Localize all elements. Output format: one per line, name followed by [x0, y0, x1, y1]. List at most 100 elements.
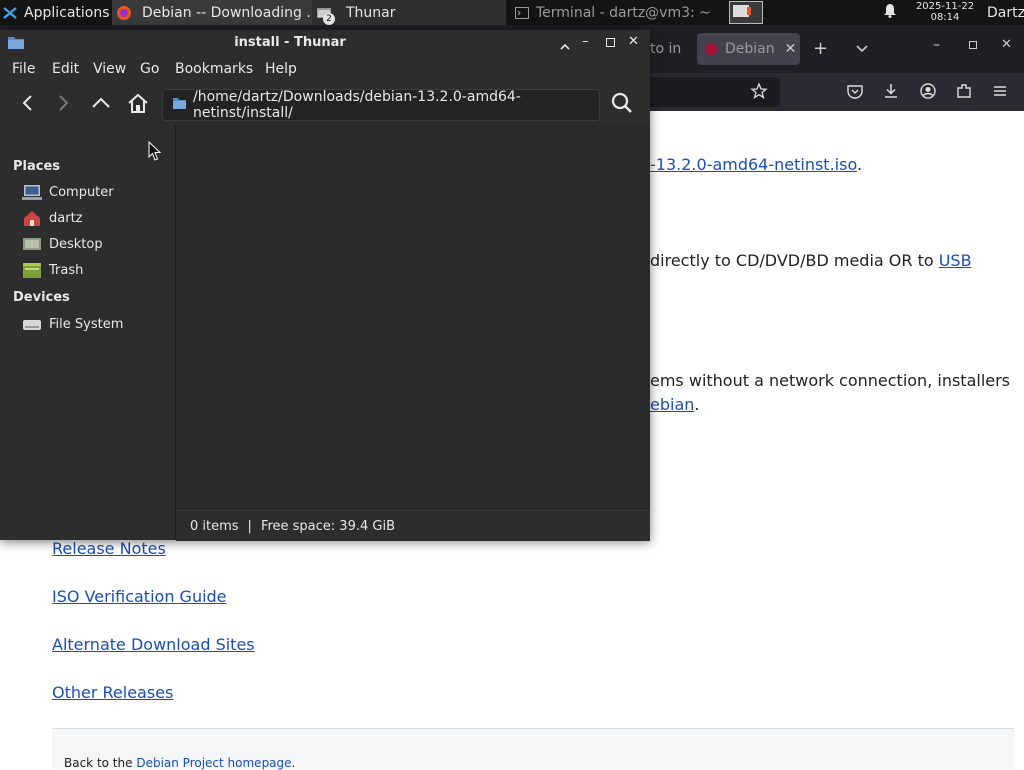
file-view[interactable]: [176, 125, 650, 510]
window-title: install - Thunar: [234, 35, 346, 50]
iso-download-link[interactable]: -13.2.0-amd64-netinst.iso: [650, 155, 857, 174]
browser-maximize-button[interactable]: [969, 41, 977, 49]
browser-close-button[interactable]: ✕: [1001, 37, 1012, 52]
clock-date: 2025-11-22: [915, 1, 975, 12]
sidebar-item-trash[interactable]: Trash: [22, 259, 83, 281]
browser-minimize-button[interactable]: –: [933, 37, 940, 53]
task-button-thunar[interactable]: 2 Thunar: [312, 0, 506, 25]
link-line-release-notes: Release Notes: [52, 539, 166, 558]
sidebar-item-label: Trash: [49, 262, 84, 278]
punctuation: .: [856, 155, 863, 174]
status-bar: 0 items | Free space: 39.4 GiB: [176, 510, 650, 541]
applications-menu-button[interactable]: Applications ⋮: [2, 0, 110, 25]
sidebar-item-computer[interactable]: Computer: [22, 181, 114, 203]
list-tabs-button[interactable]: [855, 39, 869, 58]
iso-verification-link[interactable]: ISO Verification Guide: [52, 587, 227, 606]
alternate-sites-link[interactable]: Alternate Download Sites: [52, 635, 255, 654]
home-folder-icon: [22, 210, 42, 226]
sidebar-item-label: Computer: [49, 184, 114, 200]
user-menu[interactable]: Dartz: [987, 0, 1024, 25]
task-label: Thunar: [346, 4, 396, 21]
menu-bookmarks[interactable]: Bookmarks: [175, 61, 253, 77]
computer-icon: [22, 184, 42, 200]
downloads-icon[interactable]: [882, 82, 900, 104]
menu-view[interactable]: View: [93, 61, 126, 77]
sidebar-item-desktop[interactable]: Desktop: [22, 233, 103, 255]
debian-favicon-icon: [705, 43, 717, 55]
workspace-window-thumb-accent: [747, 7, 751, 15]
menu-help[interactable]: Help: [265, 61, 297, 77]
menu-file[interactable]: File: [12, 61, 35, 77]
location-bar[interactable]: /home/dartz/Downloads/debian-13.2.0-amd6…: [162, 89, 600, 121]
task-label: Debian -- Downloading ...: [142, 4, 312, 21]
devices-heading: Devices: [13, 290, 70, 305]
page-footer: Back to the Debian Project homepage.: [52, 728, 1014, 770]
new-tab-button[interactable]: +: [813, 38, 828, 59]
applications-label: Applications: [24, 4, 110, 21]
search-icon: [611, 92, 632, 113]
minimize-button[interactable]: –: [582, 34, 589, 49]
browser-tab-active[interactable]: Debian ✕: [697, 33, 800, 65]
link-line-other-releases: Other Releases: [52, 683, 173, 702]
arrow-right-icon: [59, 95, 69, 111]
tab-label: to in: [650, 41, 682, 57]
home-icon: [128, 93, 148, 113]
parent-folder-button[interactable]: [90, 93, 112, 117]
sidebar-item-label: dartz: [49, 210, 83, 226]
browser-tab[interactable]: to in: [650, 33, 690, 65]
close-tab-icon[interactable]: ✕: [785, 41, 797, 57]
notifications-button[interactable]: [881, 0, 899, 25]
desktop-icon: [22, 236, 42, 252]
chevron-up-icon: [560, 43, 570, 50]
tab-label: Debian: [725, 41, 775, 57]
forward-button[interactable]: [53, 93, 73, 117]
chevron-down-icon: [856, 45, 868, 53]
release-notes-link[interactable]: Release Notes: [52, 539, 166, 558]
debian-link[interactable]: ebian: [650, 395, 694, 414]
installer-text: ems without a network connection, instal…: [650, 371, 1011, 390]
bell-icon: [883, 3, 897, 22]
bookmark-star-icon[interactable]: [750, 82, 768, 104]
xfce-logo-icon: [2, 5, 18, 21]
usb-link[interactable]: USB: [939, 251, 972, 270]
installer-line: ems without a network connection, instal…: [650, 371, 1010, 390]
thunar-window: install - Thunar – ✕ File Edit View Go B…: [0, 30, 650, 541]
url-bar[interactable]: [640, 77, 780, 107]
home-button[interactable]: [126, 92, 150, 118]
trash-icon: [22, 262, 42, 278]
user-name: Dartz: [987, 4, 1024, 21]
media-line: directly to CD/DVD/BD media OR to USB: [650, 251, 972, 270]
clock[interactable]: 2025-11-22 08:14: [906, 1, 984, 23]
window-count-badge: 2: [323, 12, 335, 25]
title-bar[interactable]: install - Thunar – ✕: [0, 30, 650, 55]
menu-edit[interactable]: Edit: [52, 61, 79, 77]
sidebar-item-filesystem[interactable]: File System: [22, 313, 123, 335]
search-button[interactable]: [610, 91, 634, 119]
hamburger-menu-icon[interactable]: [991, 82, 1009, 104]
maximize-button[interactable]: [606, 38, 615, 47]
media-text: directly to CD/DVD/BD media OR to: [650, 251, 939, 270]
account-icon[interactable]: [919, 82, 937, 104]
status-separator: |: [247, 518, 252, 534]
task-button-browser[interactable]: Debian -- Downloading ...: [112, 0, 312, 25]
free-space: Free space: 39.4 GiB: [260, 518, 395, 534]
menu-go[interactable]: Go: [140, 61, 159, 77]
task-button-terminal[interactable]: Terminal - dartz@vm3: ~: [510, 0, 714, 25]
places-heading: Places: [13, 159, 61, 174]
shade-button[interactable]: [559, 37, 571, 56]
back-button[interactable]: [18, 93, 38, 117]
side-pane: Places Computer dartz Desktop Trash Devi: [0, 125, 176, 540]
menu-bar: File Edit View Go Bookmarks Help: [0, 55, 650, 81]
location-path: /home/dartz/Downloads/debian-13.2.0-amd6…: [193, 89, 521, 121]
extensions-icon[interactable]: [955, 82, 973, 104]
pocket-icon[interactable]: [846, 83, 864, 105]
debian-link-line: ebian.: [650, 395, 699, 414]
terminal-icon: [514, 5, 530, 21]
arrow-up-icon: [92, 97, 110, 108]
workspace-thumbnail[interactable]: [729, 1, 763, 24]
workspace-switcher[interactable]: [729, 0, 763, 25]
close-button[interactable]: ✕: [628, 34, 639, 49]
sidebar-item-dartz[interactable]: dartz: [22, 207, 82, 229]
other-releases-link[interactable]: Other Releases: [52, 683, 173, 702]
firefox-icon: [116, 5, 132, 21]
